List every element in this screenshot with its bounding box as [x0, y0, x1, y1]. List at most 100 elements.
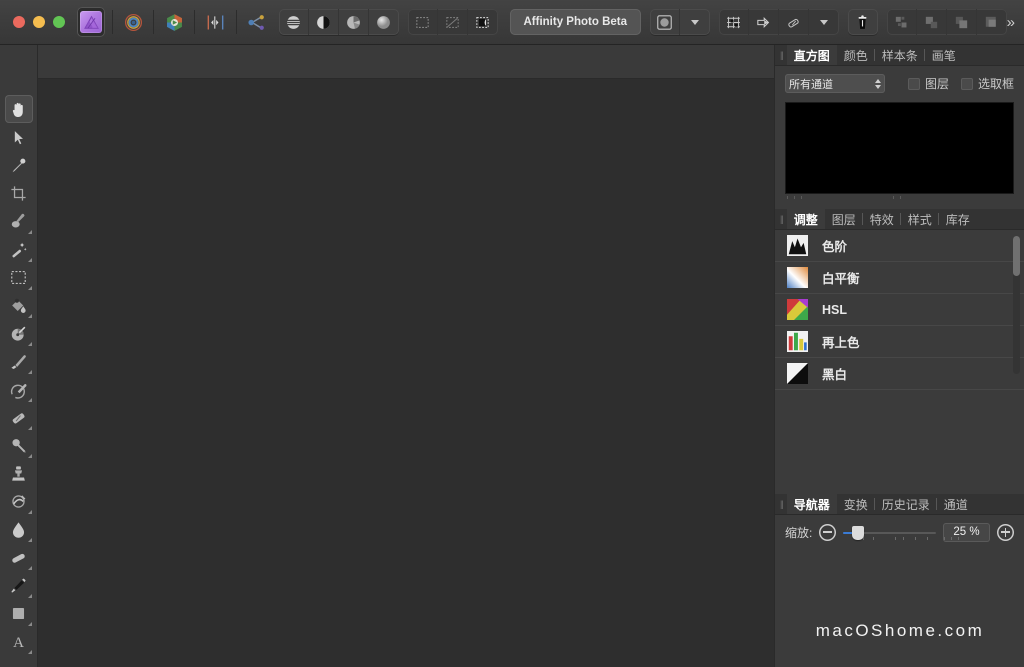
tab-channels[interactable]: 通道: [937, 494, 975, 514]
tab-history[interactable]: 历史记录: [875, 494, 937, 514]
list-item[interactable]: 白平衡: [775, 262, 1024, 294]
panel-grip-icon[interactable]: ||: [775, 209, 787, 229]
navigator-panel-tabs: || 导航器 变换 历史记录 通道: [775, 494, 1024, 515]
liquify-persona-icon[interactable]: [120, 8, 146, 36]
stepper-arrows-icon[interactable]: [875, 79, 881, 89]
zoom-button[interactable]: [53, 16, 65, 28]
arrange-front-icon[interactable]: [947, 9, 977, 35]
minimize-button[interactable]: [33, 16, 45, 28]
undo-brush-tool[interactable]: [5, 375, 33, 403]
panel-grip-icon[interactable]: ||: [775, 494, 787, 514]
tab-effects[interactable]: 特效: [863, 209, 901, 229]
text-tool[interactable]: A: [5, 627, 33, 655]
plus-circle-icon[interactable]: [997, 524, 1014, 541]
tab-label: 历史记录: [882, 496, 930, 513]
document-title[interactable]: Affinity Photo Beta: [510, 9, 642, 35]
before-after-icon[interactable]: [339, 9, 369, 35]
deselect-icon[interactable]: [438, 9, 468, 35]
marquee-selection-tool[interactable]: [5, 263, 33, 291]
tool-submenu-indicator: [28, 286, 32, 290]
tab-histogram[interactable]: 直方图: [787, 45, 837, 65]
list-item[interactable]: 色阶: [775, 230, 1024, 262]
trash-icon[interactable]: [848, 9, 878, 35]
histogram-checkbox-row: 图层 选取框: [908, 75, 1014, 92]
close-button[interactable]: [13, 16, 25, 28]
refine-selection-icon[interactable]: [468, 9, 498, 35]
trash-group: [848, 9, 878, 35]
photo-persona-button[interactable]: [77, 7, 105, 37]
histogram-controls-row: 所有通道 图层 选取框: [785, 74, 1014, 93]
list-item[interactable]: HSL: [775, 294, 1024, 326]
arrange-scatter-icon[interactable]: [887, 9, 917, 35]
list-item[interactable]: 黑白: [775, 358, 1024, 390]
histogram-panel-tabs: || 直方图 颜色 样本条 画笔: [775, 45, 1024, 66]
paint-brush-tool[interactable]: [5, 347, 33, 375]
right-panel-stack: || 直方图 颜色 样本条 画笔 所有通道: [774, 45, 1024, 667]
shape-dropdown-arrow[interactable]: [680, 9, 710, 35]
adjustments-panel-tabs: || 调整 图层 特效 样式 库存: [775, 209, 1024, 230]
zoom-value[interactable]: 25 %: [943, 523, 990, 542]
tab-swatches[interactable]: 样本条: [875, 45, 925, 65]
color-picker-tool[interactable]: [5, 151, 33, 179]
tab-styles[interactable]: 样式: [901, 209, 939, 229]
mirror-view-icon[interactable]: [309, 9, 339, 35]
tab-label: 样式: [908, 211, 932, 228]
zoom-slider[interactable]: [843, 524, 936, 541]
tab-brushes[interactable]: 画笔: [925, 45, 963, 65]
develop-persona-icon[interactable]: [161, 8, 187, 36]
marquee-dashed-icon[interactable]: [408, 9, 438, 35]
crop-tool[interactable]: [5, 179, 33, 207]
selection-tools-group: [408, 9, 498, 35]
arrow-right-icon[interactable]: [749, 9, 779, 35]
eraser-dropdown-arrow[interactable]: [809, 9, 839, 35]
checkbox-layer[interactable]: 图层: [908, 75, 949, 92]
tab-transform[interactable]: 变换: [837, 494, 875, 514]
navigator-preview[interactable]: [775, 549, 1024, 667]
list-item[interactable]: 再上色: [775, 326, 1024, 358]
split-view-icon[interactable]: [279, 9, 309, 35]
export-persona-icon[interactable]: [244, 8, 270, 36]
tab-label: 图层: [832, 211, 856, 228]
adjustments-scrollbar-thumb[interactable]: [1013, 236, 1020, 276]
checkbox-box[interactable]: [961, 78, 973, 90]
tab-label: 导航器: [794, 496, 830, 513]
tab-adjustments[interactable]: 调整: [787, 209, 825, 229]
tab-color[interactable]: 颜色: [837, 45, 875, 65]
tab-layers[interactable]: 图层: [825, 209, 863, 229]
blur-tool[interactable]: [5, 515, 33, 543]
move-tool[interactable]: [5, 123, 33, 151]
rectangle-shape-tool[interactable]: [5, 599, 33, 627]
watermark-text: macOShome.com: [775, 621, 1024, 641]
slider-thumb[interactable]: [852, 526, 864, 540]
sponge-tool[interactable]: [5, 543, 33, 571]
magic-wand-tool[interactable]: [5, 235, 33, 263]
clone-stamp-tool[interactable]: [5, 459, 33, 487]
hand-tool[interactable]: [5, 95, 33, 123]
channel-select[interactable]: 所有通道: [785, 74, 885, 93]
flood-fill-tool[interactable]: [5, 291, 33, 319]
panel-grip-icon[interactable]: ||: [775, 45, 787, 65]
arrange-solid-icon[interactable]: [977, 9, 1007, 35]
pen-tool[interactable]: [5, 571, 33, 599]
arrange-back-icon[interactable]: [917, 9, 947, 35]
checkbox-marquee[interactable]: 选取框: [961, 75, 1014, 92]
healing-brush-tool[interactable]: [5, 207, 33, 235]
checkbox-box[interactable]: [908, 78, 920, 90]
preview-icon[interactable]: [369, 9, 399, 35]
document-canvas[interactable]: [38, 78, 774, 667]
toolbar-overflow-button[interactable]: »: [1007, 14, 1015, 31]
tool-submenu-indicator: [28, 342, 32, 346]
tab-stock[interactable]: 库存: [939, 209, 977, 229]
tab-label: 画笔: [932, 47, 956, 64]
minus-circle-icon[interactable]: [819, 524, 836, 541]
dodge-burn-tool[interactable]: [5, 431, 33, 459]
tone-mapping-persona-icon[interactable]: [202, 8, 228, 36]
chevron-down-icon: [820, 20, 828, 25]
shape-swatch-icon[interactable]: [650, 9, 680, 35]
tab-navigator[interactable]: 导航器: [787, 494, 837, 514]
grid-icon[interactable]: [719, 9, 749, 35]
smudge-tool[interactable]: [5, 487, 33, 515]
paint-mixer-tool[interactable]: [5, 319, 33, 347]
eraser-brush-tool[interactable]: [5, 403, 33, 431]
eraser-icon[interactable]: [779, 9, 809, 35]
